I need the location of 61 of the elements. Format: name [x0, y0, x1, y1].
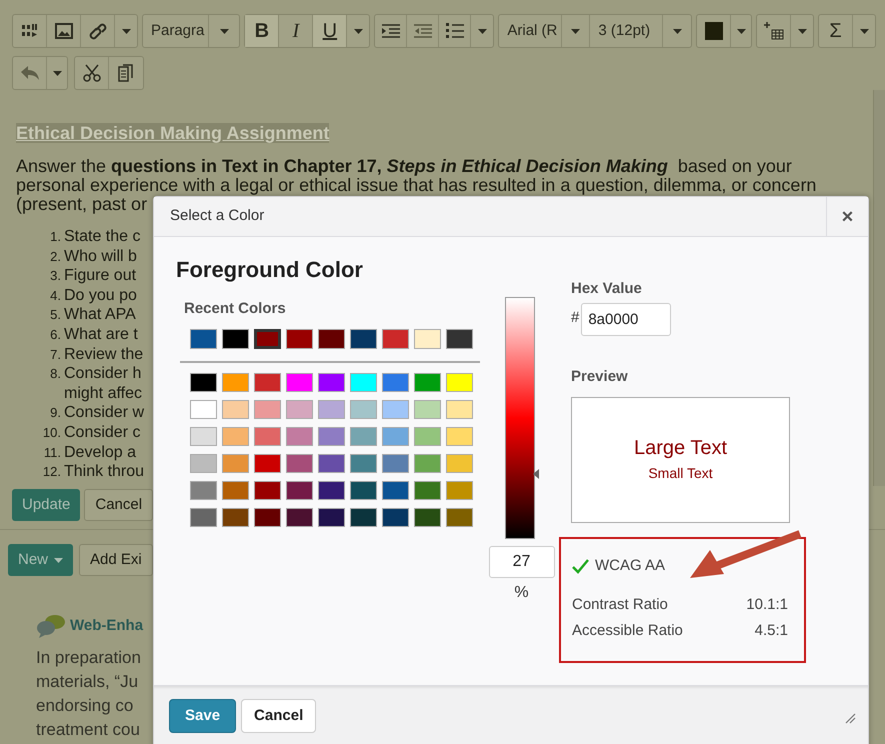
list-number: 5. — [49, 306, 62, 324]
format-button[interactable]: B — [245, 15, 280, 47]
dialog-title: Select a Color — [169, 206, 266, 226]
module-text-line: In preparation — [36, 647, 141, 669]
module-text-line: endorsing co — [36, 695, 134, 717]
list-number: 12. — [42, 463, 62, 482]
list-number: 7. — [49, 346, 62, 364]
preview-label: Preview — [571, 366, 629, 386]
ratio-label: Contrast Ratio — [572, 594, 668, 614]
ratio-value: 4.5:1 — [754, 621, 788, 641]
list-number: 11. — [42, 444, 62, 462]
module-text-line: treatment cou — [36, 719, 140, 741]
list-item-text: What are t — [64, 324, 138, 345]
list-item-text: Do you po — [64, 286, 137, 306]
list-item-text: might affec — [64, 384, 142, 402]
list-item-text: Who will b — [64, 246, 137, 266]
list-item-text: Consider c — [64, 422, 140, 443]
font-dropdown[interactable]: Arial (R — [499, 15, 562, 47]
save-button[interactable]: Save — [169, 699, 236, 733]
list-number: 3. — [49, 267, 62, 286]
list-item-text: Figure out — [64, 266, 136, 286]
wcag-level: WCAG AA — [595, 556, 666, 576]
list-item-text: State the c — [64, 227, 140, 247]
paragraph-line: (present, past or — [16, 195, 148, 214]
shade-field[interactable]: 27 — [488, 546, 554, 578]
paragraph-style-dropdown[interactable]: Paragra — [143, 15, 210, 47]
paragraph-line: Answer the questions in Text in Chapter 17, Steps in Ethical Decision Making based on your — [16, 157, 792, 176]
list-item-text: Consider h — [64, 364, 142, 384]
list-number: 10. — [42, 424, 62, 442]
hash-label: # — [571, 308, 580, 328]
paragraph-line: personal experience with a legal or ethical issue that has resulted in a question, dilemma, or concern — [16, 176, 816, 195]
list-number: 6. — [49, 326, 62, 344]
list-number: 2. — [49, 248, 62, 266]
list-number: 1. — [49, 228, 62, 246]
size-dropdown[interactable]: 3 (12pt) — [590, 15, 664, 47]
cancel-button[interactable]: Cancel — [241, 699, 316, 733]
list-item-text: Consider w — [64, 403, 144, 423]
list-item-text: What APA — [64, 305, 136, 325]
dialog-heading: Foreground Color — [176, 256, 364, 284]
module-title: Web-Enha — [70, 616, 144, 636]
close-button[interactable]: × — [826, 197, 868, 236]
small-text-sample: Small Text — [648, 464, 713, 483]
list-number: 4. — [49, 286, 62, 305]
percent-label: % — [514, 583, 529, 603]
list-number: 9. — [49, 404, 62, 422]
recent-colors-label: Recent Colors — [184, 299, 287, 319]
cancel-button[interactable]: Cancel — [84, 489, 154, 521]
list-item-text: Develop a — [64, 442, 136, 462]
assignment-heading: Ethical Decision Making Assignment — [16, 123, 330, 143]
list-item-text: Think throu — [64, 462, 144, 482]
ratio-label: Accessible Ratio — [572, 621, 683, 641]
large-text-sample: Large Text — [634, 436, 728, 460]
add-existing-button[interactable]: Add Exi — [79, 544, 153, 576]
equation-button[interactable]: Σ — [819, 15, 854, 47]
hex-field[interactable]: 8a0000 — [581, 302, 672, 336]
format-button[interactable]: U — [313, 15, 348, 47]
hex-value-label: Hex Value — [571, 279, 643, 299]
module-text-line: materials, “Ju — [36, 671, 138, 693]
ratio-value: 10.1:1 — [746, 594, 788, 614]
list-number: 8. — [49, 365, 62, 384]
list-item-text: Review the — [64, 344, 144, 364]
